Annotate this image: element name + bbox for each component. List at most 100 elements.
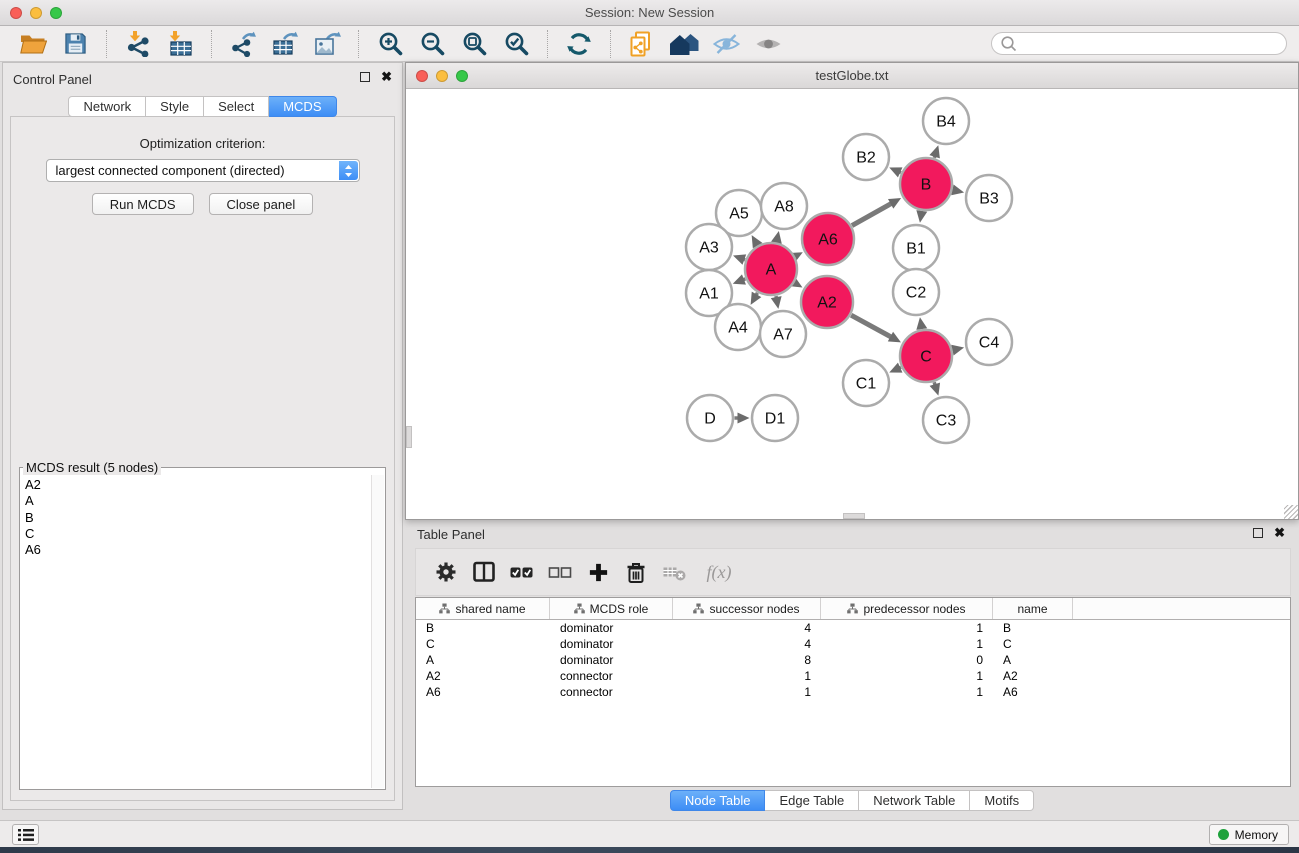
tab-mcds[interactable]: MCDS: [269, 96, 336, 117]
run-mcds-button[interactable]: Run MCDS: [92, 193, 194, 215]
graph-node-C1[interactable]: C1: [843, 360, 889, 406]
home-view-button[interactable]: [667, 29, 701, 59]
graph-node-A2[interactable]: A2: [801, 276, 853, 328]
export-table-button[interactable]: [268, 29, 302, 59]
unselect-all-columns-button[interactable]: [545, 555, 575, 589]
graph-edge-A-A7[interactable]: [771, 296, 782, 309]
table-row[interactable]: Adominator80A: [416, 652, 1290, 668]
table-cell[interactable]: dominator: [550, 620, 673, 636]
criterion-dropdown[interactable]: largest connected component (directed): [46, 159, 360, 182]
graph-node-B4[interactable]: B4: [923, 98, 969, 144]
minimize-window-button[interactable]: [30, 7, 42, 19]
zoom-fit-button[interactable]: [457, 29, 491, 59]
table-cell[interactable]: A6: [416, 684, 550, 700]
table-row[interactable]: A2connector11A2: [416, 668, 1290, 684]
mcds-result-item[interactable]: A2: [21, 475, 371, 493]
table-row[interactable]: Bdominator41B: [416, 620, 1290, 636]
import-table-button[interactable]: [163, 29, 197, 59]
tab-style[interactable]: Style: [146, 96, 204, 117]
tab-network[interactable]: Network: [68, 96, 146, 117]
table-cell[interactable]: 4: [673, 636, 821, 652]
table-cell[interactable]: A2: [993, 668, 1073, 684]
delete-table-button[interactable]: [659, 555, 689, 589]
mcds-result-list[interactable]: A2ABCA6: [21, 475, 371, 788]
graph-edge-B-B1[interactable]: [916, 210, 927, 223]
mcds-result-item[interactable]: A6: [21, 542, 371, 558]
close-table-panel-icon[interactable]: ✖: [1274, 527, 1285, 539]
hide-selected-button[interactable]: [709, 29, 743, 59]
graph-edge-A6-B[interactable]: [852, 198, 901, 226]
import-network-button[interactable]: [121, 29, 155, 59]
table-cell[interactable]: 1: [821, 620, 993, 636]
close-panel-icon[interactable]: ✖: [381, 71, 392, 83]
table-cell[interactable]: connector: [550, 668, 673, 684]
table-cell[interactable]: 1: [821, 668, 993, 684]
select-all-columns-button[interactable]: [507, 555, 537, 589]
close-network-window-button[interactable]: [416, 70, 428, 82]
network-graph[interactable]: B4B2BB3B1A5A8A6A3AA1C2A2A4A7C4CC1C3DD1: [406, 90, 1298, 520]
graph-node-D[interactable]: D: [687, 395, 733, 441]
table-cell[interactable]: A: [416, 652, 550, 668]
graph-edge-B-B4[interactable]: [929, 145, 939, 158]
zoom-network-window-button[interactable]: [456, 70, 468, 82]
show-column-button[interactable]: [469, 555, 499, 589]
close-panel-button[interactable]: Close panel: [209, 193, 314, 215]
network-canvas[interactable]: B4B2BB3B1A5A8A6A3AA1C2A2A4A7C4CC1C3DD1: [406, 90, 1298, 519]
graph-node-C3[interactable]: C3: [923, 397, 969, 443]
graph-node-C4[interactable]: C4: [966, 319, 1012, 365]
task-history-button[interactable]: [12, 824, 39, 845]
show-all-button[interactable]: [751, 29, 785, 59]
float-table-panel-icon[interactable]: [1253, 528, 1263, 538]
column-header-mcds-role[interactable]: MCDS role: [550, 598, 673, 619]
graph-edge-A-A3[interactable]: [733, 254, 746, 264]
float-panel-icon[interactable]: [360, 72, 370, 82]
tab-select[interactable]: Select: [204, 96, 269, 117]
graph-node-A3[interactable]: A3: [686, 224, 732, 270]
open-session-button[interactable]: [16, 29, 50, 59]
close-window-button[interactable]: [10, 7, 22, 19]
table-cell[interactable]: A: [993, 652, 1073, 668]
export-image-button[interactable]: [310, 29, 344, 59]
graph-node-A[interactable]: A: [745, 243, 797, 295]
zoom-selected-button[interactable]: [499, 29, 533, 59]
table-cell[interactable]: 4: [673, 620, 821, 636]
zoom-out-button[interactable]: [415, 29, 449, 59]
table-cell[interactable]: A6: [993, 684, 1073, 700]
table-cell[interactable]: 1: [821, 636, 993, 652]
result-scrollbar[interactable]: [371, 475, 384, 788]
table-cell[interactable]: 8: [673, 652, 821, 668]
network-window-titlebar[interactable]: testGlobe.txt: [406, 63, 1298, 89]
table-cell[interactable]: 1: [821, 684, 993, 700]
graph-node-B3[interactable]: B3: [966, 175, 1012, 221]
table-cell[interactable]: dominator: [550, 652, 673, 668]
graph-node-C2[interactable]: C2: [893, 269, 939, 315]
column-header-predecessor-nodes[interactable]: predecessor nodes: [821, 598, 993, 619]
graph-edge-A-A1[interactable]: [733, 274, 746, 284]
table-cell[interactable]: A2: [416, 668, 550, 684]
graph-node-B1[interactable]: B1: [893, 225, 939, 271]
minimize-network-window-button[interactable]: [436, 70, 448, 82]
function-builder-button[interactable]: f(x): [697, 555, 741, 589]
refresh-layout-button[interactable]: [562, 29, 596, 59]
add-column-button[interactable]: [583, 555, 613, 589]
graph-edge-D-D1[interactable]: [735, 413, 750, 424]
table-cell[interactable]: C: [416, 636, 550, 652]
table-row[interactable]: Cdominator41C: [416, 636, 1290, 652]
graph-node-A6[interactable]: A6: [802, 213, 854, 265]
table-cell[interactable]: dominator: [550, 636, 673, 652]
graph-node-C[interactable]: C: [900, 330, 952, 382]
table-cell[interactable]: C: [993, 636, 1073, 652]
mcds-result-item[interactable]: A: [21, 493, 371, 509]
table-row[interactable]: A6connector11A6: [416, 684, 1290, 700]
table-cell[interactable]: 1: [673, 668, 821, 684]
save-session-button[interactable]: [58, 29, 92, 59]
tab-node-table[interactable]: Node Table: [670, 790, 766, 811]
graph-node-A8[interactable]: A8: [761, 183, 807, 229]
search-box[interactable]: [991, 32, 1287, 55]
column-header-name[interactable]: name: [993, 598, 1073, 619]
column-header-shared-name[interactable]: shared name: [416, 598, 550, 619]
graph-edge-C-C3[interactable]: [930, 382, 940, 395]
tab-network-table[interactable]: Network Table: [859, 790, 970, 811]
graph-edge-A2-C[interactable]: [851, 315, 901, 342]
fullscreen-window-button[interactable]: [50, 7, 62, 19]
